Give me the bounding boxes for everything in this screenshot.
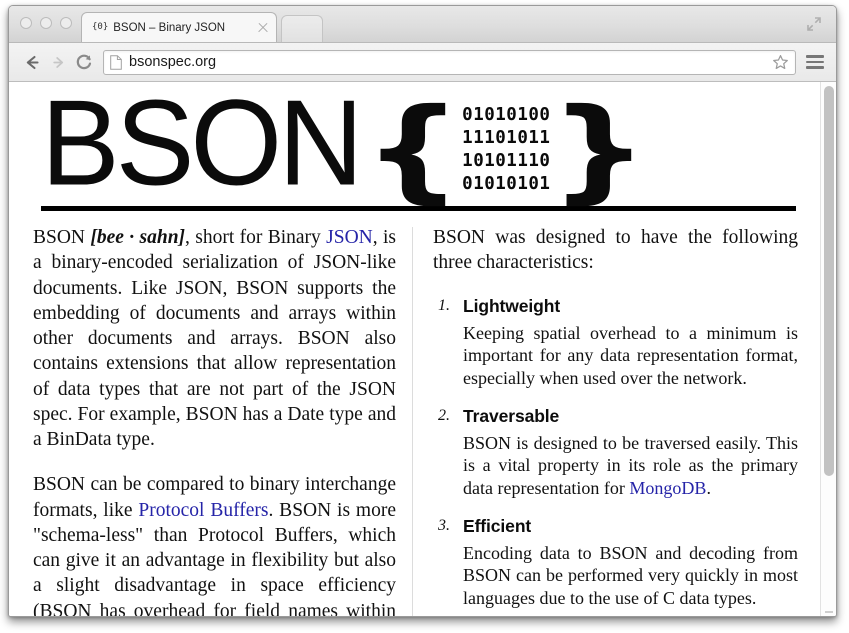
- json-link[interactable]: JSON: [326, 227, 373, 248]
- window-zoom-button[interactable]: [60, 17, 72, 29]
- two-column-layout: BSON [bee · sahn], short for Binary JSON…: [33, 225, 798, 616]
- bookmark-star-icon[interactable]: [772, 54, 789, 71]
- comparison-paragraph: BSON can be compared to binary interchan…: [33, 472, 396, 616]
- vertical-scrollbar[interactable]: [820, 82, 836, 616]
- menu-bar-1: [806, 55, 824, 58]
- tab-title: BSON – Binary JSON: [113, 21, 226, 34]
- list-item: 1. Lightweight Keeping spatial overhead …: [433, 296, 798, 390]
- web-page: BSON { 01010100 11101011 10101110 010101…: [9, 82, 820, 616]
- pronunciation-text: [bee · sahn]: [90, 227, 186, 248]
- list-item-title: Lightweight: [463, 295, 561, 316]
- logo-wordmark: BSON: [41, 82, 363, 212]
- intro-paragraph: BSON [bee · sahn], short for Binary JSON…: [33, 225, 396, 452]
- list-item: 2. Traversable BSON is designed to be tr…: [433, 406, 798, 500]
- right-brace-icon: }: [549, 84, 650, 215]
- page-viewport: BSON { 01010100 11101011 10101110 010101…: [9, 82, 836, 616]
- hamburger-menu-icon[interactable]: [804, 50, 826, 74]
- list-item: 3. Efficient Encoding data to BSON and d…: [433, 516, 798, 610]
- address-bar[interactable]: bsonspec.org: [103, 49, 796, 75]
- logo-binary-block: { 01010100 11101011 10101110 01010101 }: [363, 94, 649, 205]
- list-item-body: BSON is designed to be traversed easily.…: [463, 432, 798, 500]
- list-item-body-tail: .: [706, 477, 711, 498]
- bson-logo: BSON { 01010100 11101011 10101110 010101…: [33, 83, 798, 205]
- reload-icon[interactable]: [71, 49, 97, 75]
- tab-favicon-icon: {0}: [92, 22, 109, 32]
- scroll-thumb[interactable]: [824, 86, 834, 476]
- browser-window: {0} BSON – Binary JSON bsonspec.org BSON…: [8, 5, 837, 617]
- forward-arrow-icon[interactable]: [45, 49, 71, 75]
- left-column: BSON [bee · sahn], short for Binary JSON…: [33, 225, 412, 616]
- window-controls: [20, 17, 72, 29]
- left-brace-icon: {: [363, 84, 464, 215]
- maximize-icon[interactable]: [806, 16, 822, 32]
- screenshot-root: {0} BSON – Binary JSON bsonspec.org BSON…: [0, 0, 849, 633]
- new-tab-button[interactable]: [281, 15, 323, 42]
- scrollbar-corner: [825, 611, 833, 613]
- intro-before-pronunciation: BSON: [33, 227, 91, 248]
- browser-tab[interactable]: {0} BSON – Binary JSON: [81, 12, 277, 42]
- menu-bar-3: [806, 66, 824, 69]
- close-icon[interactable]: [256, 21, 270, 35]
- list-item-number: 1.: [438, 296, 450, 314]
- menu-bar-2: [806, 60, 824, 64]
- protocol-buffers-link[interactable]: Protocol Buffers: [138, 500, 268, 521]
- browser-toolbar: bsonspec.org: [9, 43, 836, 82]
- back-arrow-icon[interactable]: [19, 49, 45, 75]
- mongodb-link[interactable]: MongoDB: [629, 478, 706, 498]
- window-close-button[interactable]: [20, 17, 32, 29]
- page-content: BSON { 01010100 11101011 10101110 010101…: [9, 82, 820, 616]
- characteristics-list: 1. Lightweight Keeping spatial overhead …: [433, 296, 798, 610]
- list-item-number: 3.: [438, 516, 450, 534]
- list-item-number: 2.: [438, 406, 450, 424]
- binary-row: 01010101: [462, 173, 551, 194]
- right-column: BSON was designed to have the following …: [413, 225, 798, 616]
- intro-after-pronunciation: , short for Binary: [185, 227, 327, 248]
- window-minimize-button[interactable]: [40, 17, 52, 29]
- characteristics-intro: BSON was designed to have the following …: [433, 227, 798, 274]
- page-document-icon: [110, 54, 122, 70]
- tab-strip: {0} BSON – Binary JSON: [9, 6, 836, 43]
- list-item-body: Keeping spatial overhead to a minimum is…: [463, 322, 798, 388]
- list-item-title: Traversable: [463, 405, 560, 426]
- address-bar-url[interactable]: bsonspec.org: [129, 54, 768, 70]
- binary-row: 10101110: [462, 150, 551, 171]
- list-item-body: Encoding data to BSON and decoding from …: [463, 542, 798, 608]
- logo-binary-rows: 01010100 11101011 10101110 01010101: [462, 104, 550, 196]
- binary-row: 11101011: [462, 127, 551, 148]
- binary-row: 01010100: [462, 104, 551, 125]
- list-item-title: Efficient: [463, 515, 532, 536]
- intro-tail: , is a binary-encoded serialization of J…: [33, 227, 397, 450]
